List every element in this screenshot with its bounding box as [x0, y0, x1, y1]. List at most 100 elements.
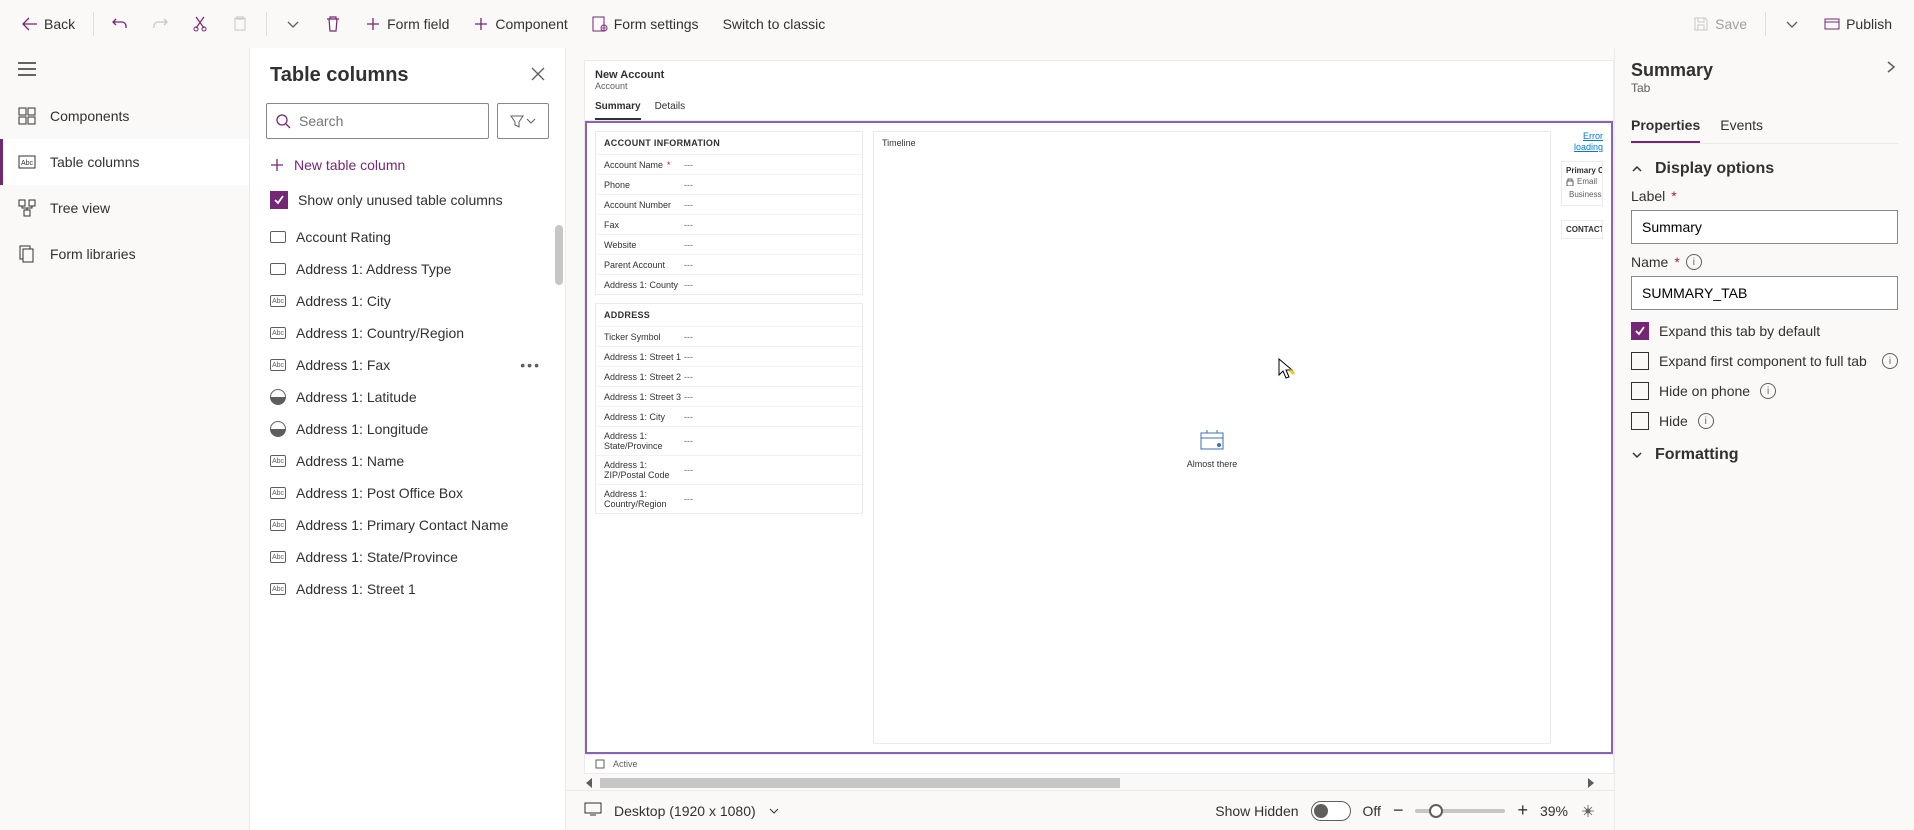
zoom-slider[interactable] [1415, 809, 1505, 813]
collapse-panel-button[interactable] [1884, 60, 1898, 77]
column-item[interactable]: AbcAddress 1: Primary Contact Name••• [250, 509, 565, 541]
publish-button[interactable]: Publish [1814, 10, 1902, 38]
zoom-out-button[interactable]: − [1393, 800, 1404, 821]
close-panel-button[interactable] [531, 67, 545, 84]
show-hidden-toggle[interactable] [1311, 801, 1351, 821]
hide-checkbox[interactable]: Hide i [1631, 412, 1898, 430]
form-field[interactable]: Address 1: County--- [596, 274, 862, 294]
horizontal-scrollbar[interactable] [584, 776, 1596, 790]
info-icon[interactable]: i [1760, 383, 1776, 399]
group-display-options[interactable]: Display options [1631, 160, 1898, 178]
chevron-down-icon[interactable] [768, 805, 780, 817]
paste-chevron-button[interactable] [275, 10, 311, 38]
separator [266, 12, 267, 36]
fit-to-screen-icon[interactable] [1580, 803, 1596, 819]
field-value: --- [684, 160, 693, 170]
save-button[interactable]: Save [1683, 10, 1757, 38]
expand-default-checkbox[interactable]: Expand this tab by default [1631, 322, 1898, 340]
nav-components[interactable]: Components [0, 93, 249, 139]
redo-button[interactable] [142, 10, 178, 38]
cut-button[interactable] [182, 10, 218, 38]
info-icon[interactable]: i [1686, 254, 1702, 270]
field-label: Address 1: Street 3 [604, 392, 684, 402]
name-input[interactable] [1631, 276, 1898, 310]
more-options-button[interactable]: ••• [516, 357, 545, 373]
delete-button[interactable] [315, 10, 351, 38]
scrollbar-thumb[interactable] [555, 225, 563, 285]
primary-contact-card[interactable]: Primary Co Email Business [1561, 161, 1603, 206]
new-table-column-button[interactable]: New table column [250, 147, 565, 183]
form-field[interactable]: Ticker Symbol--- [596, 326, 862, 346]
nav-table-columns[interactable]: Abc Table columns [0, 139, 249, 185]
form-settings-button[interactable]: Form settings [582, 10, 709, 38]
form-field[interactable]: Address 1: Street 3--- [596, 386, 862, 406]
column-item[interactable]: Address 1: Address Type••• [250, 253, 565, 285]
column-item[interactable]: Address 1: Latitude••• [250, 381, 565, 413]
column-item[interactable]: Address 1: Longitude••• [250, 413, 565, 445]
show-unused-checkbox-row[interactable]: Show only unused table columns [250, 183, 565, 221]
info-icon[interactable]: i [1698, 413, 1714, 429]
tab-events[interactable]: Events [1720, 109, 1763, 143]
search-input[interactable] [299, 113, 480, 129]
form-tab-details[interactable]: Details [655, 97, 686, 120]
form-field[interactable]: Website--- [596, 234, 862, 254]
label-input[interactable] [1631, 210, 1898, 244]
lock-icon [1566, 178, 1574, 186]
form-field[interactable]: Phone--- [596, 174, 862, 194]
column-item[interactable]: Account Rating••• [250, 221, 565, 253]
zoom-thumb[interactable] [1429, 804, 1443, 818]
arrow-left-icon [22, 16, 38, 32]
contacts-card[interactable]: CONTACTS [1561, 220, 1603, 239]
form-field[interactable]: Account Name*--- [596, 154, 862, 174]
add-form-field-button[interactable]: Form field [355, 10, 459, 38]
column-item[interactable]: AbcAddress 1: Street 1••• [250, 573, 565, 605]
timeline-control[interactable]: Timeline Almost there [873, 131, 1551, 744]
undo-button[interactable] [102, 10, 138, 38]
field-label: Address 1: Country/Region [604, 489, 684, 509]
switch-classic-button[interactable]: Switch to classic [713, 10, 836, 38]
form-tab-summary[interactable]: Summary [595, 97, 641, 120]
form-tab-body[interactable]: ACCOUNT INFORMATION Account Name*---Phon… [585, 121, 1613, 754]
column-item[interactable]: AbcAddress 1: Post Office Box••• [250, 477, 565, 509]
section-account-info[interactable]: ACCOUNT INFORMATION Account Name*---Phon… [595, 131, 863, 295]
form-field[interactable]: Parent Account--- [596, 254, 862, 274]
add-component-button[interactable]: Component [463, 10, 577, 38]
group-formatting[interactable]: Formatting [1631, 446, 1898, 464]
section-address[interactable]: ADDRESS Ticker Symbol---Address 1: Stree… [595, 303, 863, 514]
form-field[interactable]: Address 1: Street 1--- [596, 346, 862, 366]
form-field[interactable]: Fax--- [596, 214, 862, 234]
form-field[interactable]: Address 1: ZIP/Postal Code--- [596, 455, 862, 484]
hide-on-phone-checkbox[interactable]: Hide on phone i [1631, 382, 1898, 400]
form-subtitle: Account [595, 81, 1603, 91]
expand-first-checkbox[interactable]: Expand first component to full tab i [1631, 352, 1898, 370]
zoom-in-button[interactable]: + [1517, 800, 1528, 821]
hamburger-button[interactable] [0, 48, 249, 93]
components-icon [18, 107, 36, 125]
checkbox-label: Hide [1659, 413, 1688, 429]
column-item[interactable]: AbcAddress 1: Country/Region••• [250, 317, 565, 349]
show-hidden-label: Show Hidden [1215, 803, 1298, 819]
paste-button[interactable] [222, 10, 258, 38]
form-field[interactable]: Address 1: State/Province--- [596, 426, 862, 455]
column-item[interactable]: AbcAddress 1: State/Province••• [250, 541, 565, 573]
scrollbar-thumb[interactable] [600, 778, 1120, 788]
field-label: Address 1: State/Province [604, 431, 684, 451]
form-field[interactable]: Account Number--- [596, 194, 862, 214]
nav-tree-view[interactable]: Tree view [0, 185, 249, 231]
search-box[interactable] [266, 103, 489, 139]
form-field[interactable]: Address 1: Country/Region--- [596, 484, 862, 513]
column-item[interactable]: AbcAddress 1: City••• [250, 285, 565, 317]
info-icon[interactable]: i [1882, 353, 1898, 369]
column-item[interactable]: AbcAddress 1: Name••• [250, 445, 565, 477]
save-chevron-button[interactable] [1774, 10, 1810, 38]
back-button[interactable]: Back [12, 10, 85, 38]
device-label[interactable]: Desktop (1920 x 1080) [614, 803, 756, 819]
error-loading-link[interactable]: Error loading [1574, 131, 1603, 152]
form-field[interactable]: Address 1: City--- [596, 406, 862, 426]
delete-icon [325, 16, 341, 32]
tab-properties[interactable]: Properties [1631, 109, 1700, 143]
form-field[interactable]: Address 1: Street 2--- [596, 366, 862, 386]
filter-button[interactable] [497, 103, 549, 139]
nav-form-libraries[interactable]: Form libraries [0, 231, 249, 277]
column-item[interactable]: AbcAddress 1: Fax••• [250, 349, 565, 381]
